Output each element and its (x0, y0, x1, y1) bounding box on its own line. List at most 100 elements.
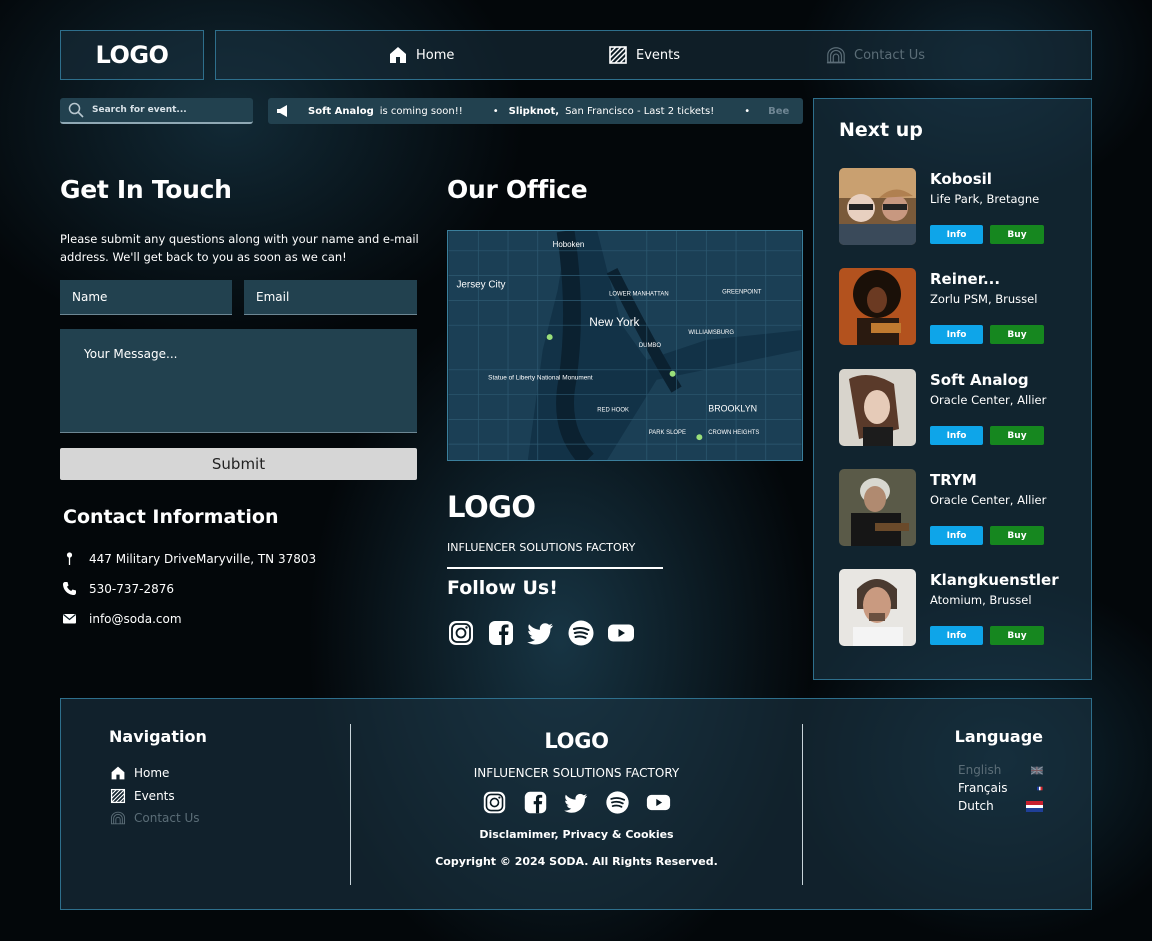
spotify-icon[interactable] (605, 790, 630, 815)
event-venue: Life Park, Bretagne (930, 192, 1040, 206)
twitter-icon[interactable] (527, 619, 555, 647)
ticker-item-fading: Bee (768, 105, 790, 117)
map-label-hoboken: Hoboken (553, 240, 585, 249)
footer-social-links (351, 790, 802, 815)
nav-contact-label: Contact Us (854, 47, 925, 63)
contact-intro: Please submit any questions along with y… (60, 232, 419, 264)
event-name: Reiner... (930, 270, 1001, 288)
home-icon (111, 766, 125, 780)
phone-icon (63, 582, 76, 595)
youtube-icon[interactable] (646, 790, 671, 815)
mail-icon (63, 614, 76, 624)
info-button[interactable]: Info (930, 526, 983, 545)
language-title: Language (954, 727, 1043, 746)
france-flag-icon (1037, 786, 1043, 790)
follow-us-title: Follow Us! (447, 577, 558, 599)
footer: Navigation Home Events Contact Us LOGO I… (60, 698, 1092, 910)
buy-button[interactable]: Buy (990, 325, 1044, 344)
footer-center: LOGO INFLUENCER SOLUTIONS FACTORY Discla… (351, 729, 802, 868)
map-label-new-york: New York (589, 315, 639, 329)
event-thumbnail (839, 268, 916, 345)
ticker-item-text: San Francisco - Last 2 tickets! (565, 105, 715, 117)
top-nav: Home Events Contact Us (215, 30, 1092, 80)
nav-home-label: Home (416, 47, 455, 63)
facebook-icon[interactable] (523, 790, 548, 815)
map-label-lower-manhattan: LOWER MANHATTAN (609, 291, 669, 297)
info-button[interactable]: Info (930, 426, 983, 445)
buy-button[interactable]: Buy (990, 225, 1044, 244)
email-field[interactable]: Email (244, 280, 417, 315)
event-name: Klangkuenstler (930, 571, 1059, 589)
event-card: Kobosil Life Park, Bretagne Info Buy (839, 168, 1079, 246)
office-map[interactable]: Hoboken Jersey City New York BROOKLYN St… (447, 230, 803, 461)
event-venue: Oracle Center, Allier (930, 493, 1047, 507)
uk-flag-icon (1031, 765, 1043, 775)
footer-nav-home-label: Home (134, 766, 170, 780)
nav-events[interactable]: Events (608, 45, 680, 65)
message-field[interactable]: Your Message... (60, 329, 417, 433)
info-button[interactable]: Info (930, 626, 983, 645)
megaphone-icon (277, 105, 287, 117)
event-thumbnail (839, 168, 916, 245)
search-input[interactable]: Search for event... (60, 98, 253, 124)
map-label-williamsburg: WILLIAMSBURG (688, 330, 734, 336)
footer-nav-home[interactable]: Home (110, 765, 169, 781)
event-name: Kobosil (930, 170, 992, 188)
event-name: TRYM (930, 471, 977, 489)
map-label-park-slope: PARK SLOPE (649, 430, 686, 436)
contact-email[interactable]: info@soda.com (62, 611, 182, 626)
language-french[interactable]: Français (958, 781, 1043, 795)
contact-info-title: Contact Information (63, 506, 279, 528)
facebook-icon[interactable] (487, 619, 515, 647)
name-field[interactable]: Name (60, 280, 232, 315)
ticker-separator: • (492, 105, 499, 117)
info-button[interactable]: Info (930, 325, 983, 344)
map-label-red-hook: RED HOOK (597, 407, 629, 413)
header-logo[interactable]: LOGO (60, 30, 204, 80)
spotify-icon[interactable] (567, 619, 595, 647)
event-venue: Atomium, Brussel (930, 593, 1032, 607)
info-button[interactable]: Info (930, 225, 983, 244)
next-up-title: Next up (839, 119, 923, 141)
phone-text: 530-737-2876 (89, 581, 175, 596)
events-icon (110, 788, 126, 804)
legal-link[interactable]: Disclamimer, Privacy & Cookies (351, 828, 802, 841)
twitter-icon[interactable] (564, 790, 589, 815)
map-label-crown-heights: CROWN HEIGHTS (708, 430, 759, 436)
buy-button[interactable]: Buy (990, 426, 1044, 445)
office-tagline: INFLUENCER SOLUTIONS FACTORY (447, 541, 636, 554)
contact-address: 447 Military DriveMaryville, TN 37803 (62, 551, 316, 566)
map-label-dumbo: DUMBO (639, 343, 661, 349)
nav-contact[interactable]: Contact Us (826, 45, 925, 65)
language-label: Dutch (958, 799, 994, 813)
ticker-item-name: Slipknot, (508, 105, 560, 117)
event-name: Soft Analog (930, 371, 1029, 389)
address-text: 447 Military DriveMaryville, TN 37803 (89, 551, 317, 566)
map-graphic: Hoboken Jersey City New York BROOKLYN St… (448, 231, 802, 460)
netherlands-flag-icon (1026, 800, 1043, 812)
youtube-icon[interactable] (607, 619, 635, 647)
event-card: Soft Analog Oracle Center, Allier Info B… (839, 369, 1079, 447)
footer-nav-contact[interactable]: Contact Us (110, 810, 200, 826)
buy-button[interactable]: Buy (990, 626, 1044, 645)
nav-home[interactable]: Home (388, 45, 454, 65)
buy-button[interactable]: Buy (990, 526, 1044, 545)
map-label-brooklyn: BROOKLYN (708, 403, 757, 413)
email-text: info@soda.com (89, 611, 182, 626)
event-card: TRYM Oracle Center, Allier Info Buy (839, 469, 1079, 547)
office-logo: LOGO (447, 490, 536, 524)
language-dutch[interactable]: Dutch (958, 799, 1043, 813)
social-links (447, 619, 635, 647)
language-english[interactable]: English (958, 763, 1043, 777)
footer-nav-contact-label: Contact Us (134, 811, 200, 825)
footer-nav-events[interactable]: Events (110, 788, 175, 804)
home-icon (390, 47, 406, 63)
contact-icon (110, 811, 126, 825)
events-icon (609, 46, 627, 64)
submit-button[interactable]: Submit (60, 448, 417, 480)
instagram-icon[interactable] (447, 619, 475, 647)
event-venue: Oracle Center, Allier (930, 393, 1047, 407)
contact-phone[interactable]: 530-737-2876 (62, 581, 174, 596)
instagram-icon[interactable] (482, 790, 507, 815)
next-up-panel: Next up Kobosil Life Park, Bretagne Info… (813, 98, 1092, 680)
